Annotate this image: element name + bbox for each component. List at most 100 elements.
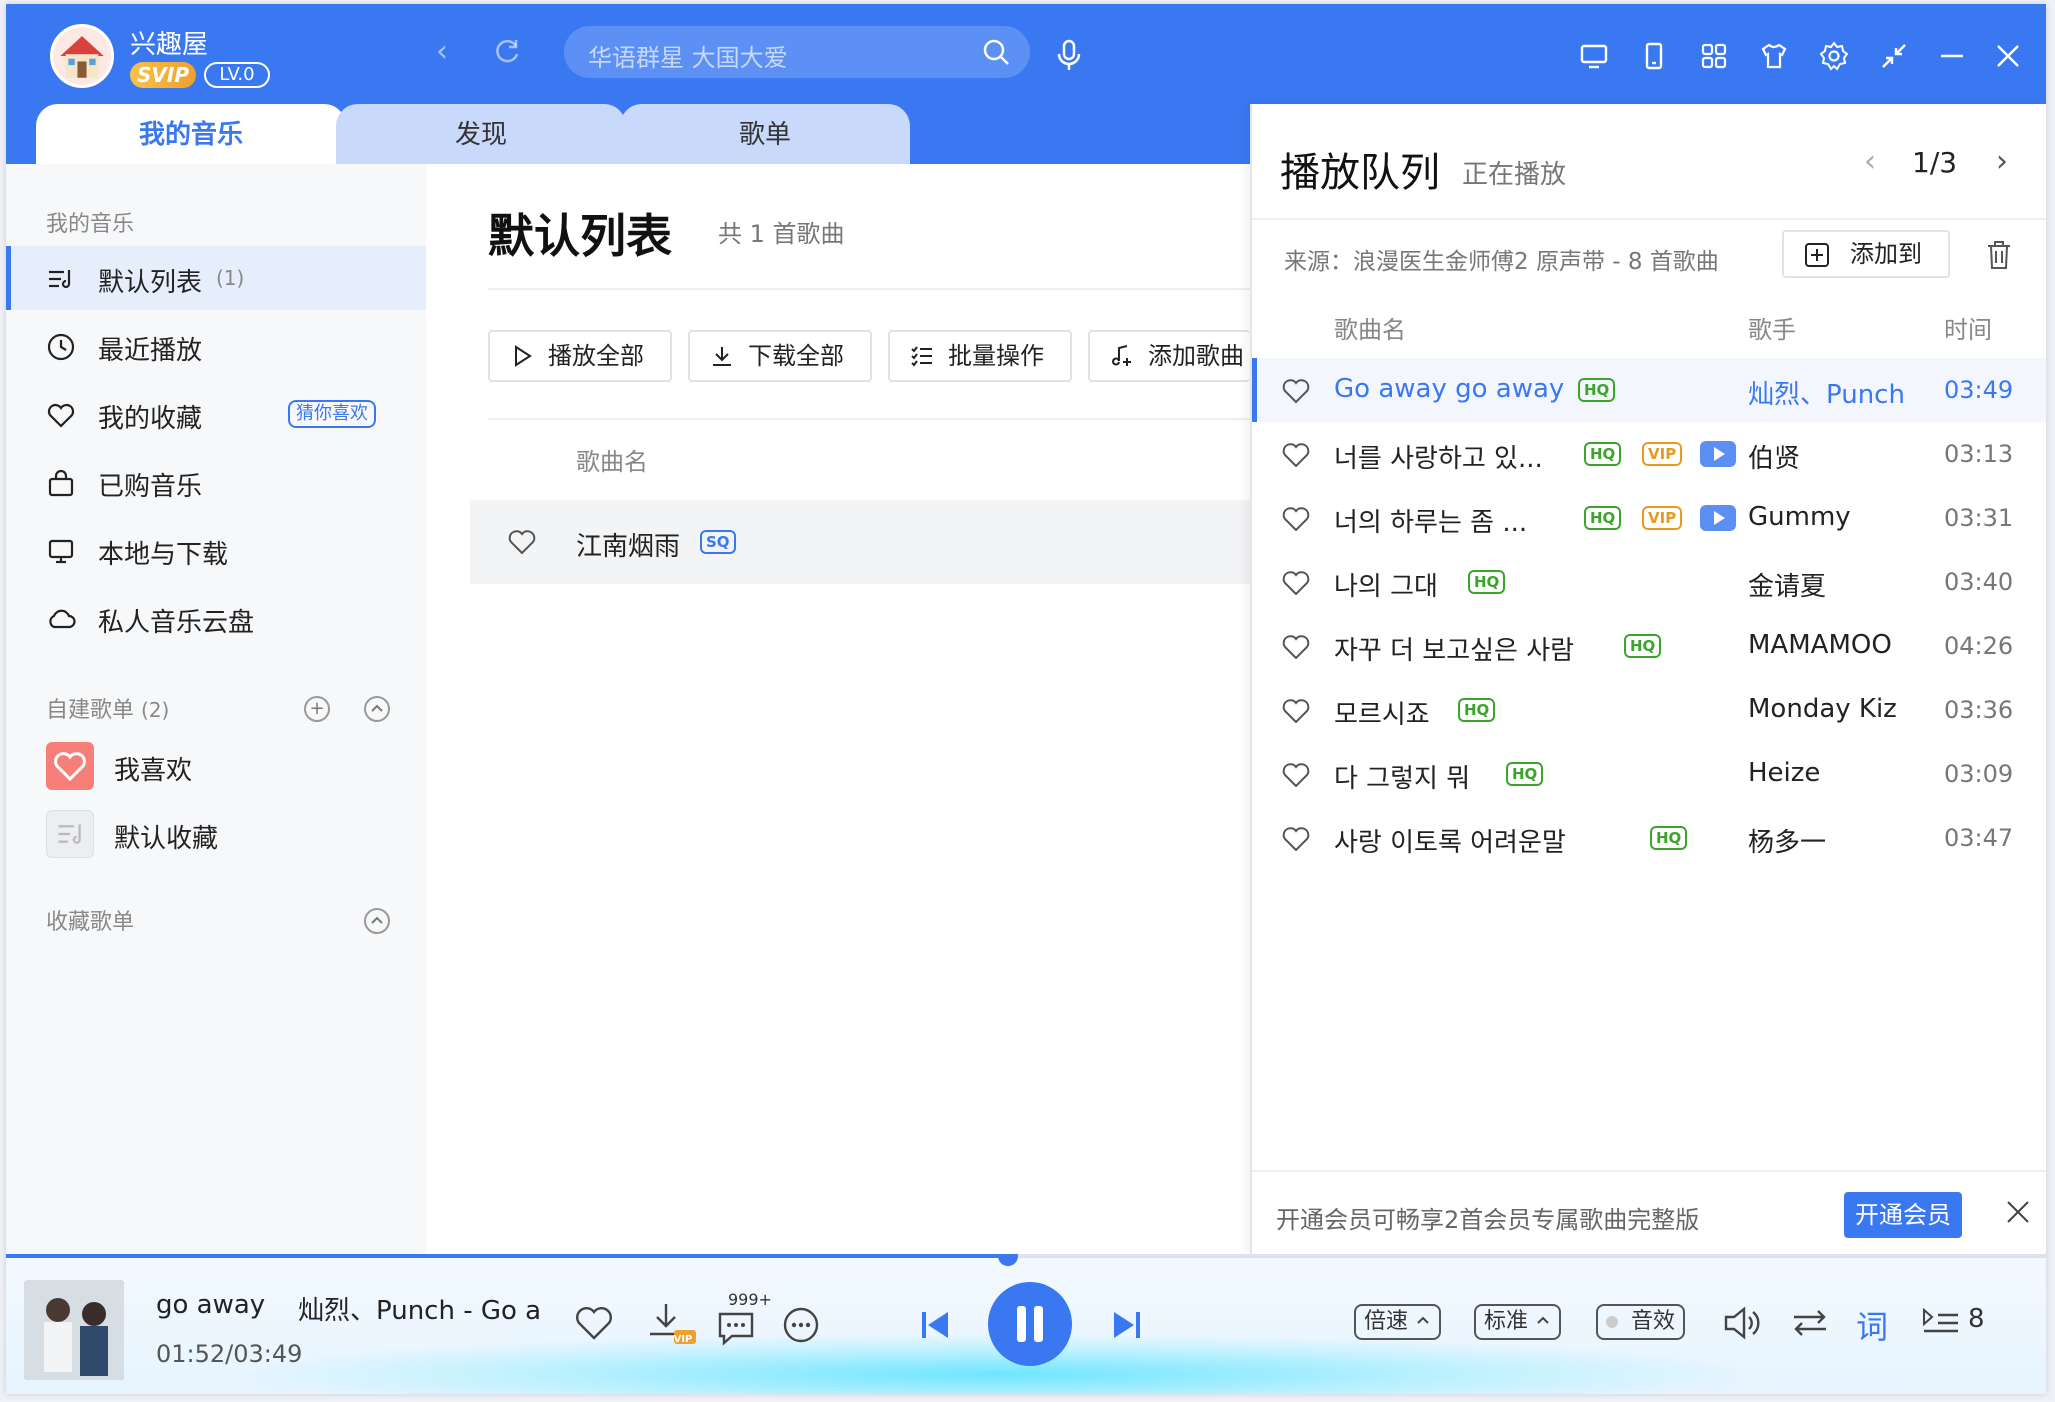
sidebar-item-purchased[interactable]: 已购音乐 (6, 450, 426, 514)
download-all-button[interactable]: 下载全部 (688, 330, 872, 382)
queue-song-artist[interactable]: Heize (1748, 758, 1820, 788)
back-button[interactable]: ‹ (436, 34, 448, 69)
queue-song-title[interactable]: 모르시죠 (1334, 694, 1430, 731)
settings-gear-icon[interactable] (1818, 40, 1850, 72)
close-icon[interactable] (2004, 1198, 2032, 1226)
heart-icon[interactable] (1282, 570, 1310, 596)
queue-prev-page-button[interactable]: ‹ (1864, 144, 1876, 179)
heart-icon[interactable] (1282, 634, 1310, 660)
now-playing-artist[interactable]: 灿烈、Punch - Go a (298, 1290, 541, 1327)
mv-play-icon[interactable] (1700, 505, 1736, 531)
open-vip-button[interactable]: 开通会员 (1844, 1192, 1962, 1238)
collapse-collected-button[interactable] (364, 908, 390, 934)
queue-next-page-button[interactable]: › (1996, 144, 2008, 179)
like-heart-icon[interactable] (574, 1304, 614, 1342)
queue-list-icon[interactable] (1920, 1306, 1960, 1340)
queue-song-title[interactable]: 나의 그대 (1334, 566, 1438, 603)
level-badge[interactable]: LV.0 (204, 62, 270, 88)
username[interactable]: 兴趣屋 (130, 24, 208, 61)
batch-operations-button[interactable]: 批量操作 (888, 330, 1072, 382)
playlist-label-favorites[interactable]: 我喜欢 (114, 750, 192, 787)
search-placeholder[interactable]: 华语群星 大国大爱 (588, 38, 788, 73)
queue-row[interactable]: 너의 하루는 좀 ... HQ VIP Gummy 03:31 (1252, 486, 2046, 550)
heart-icon[interactable] (1282, 506, 1310, 532)
sidebar-item-default-list[interactable]: 默认列表 (1) (6, 246, 426, 310)
tab-discover[interactable]: 发现 (336, 104, 626, 164)
queue-song-artist[interactable]: Gummy (1748, 502, 1851, 532)
heart-icon[interactable] (1282, 378, 1310, 404)
comment-icon[interactable] (716, 1310, 756, 1346)
desktop-lyrics-icon[interactable] (1578, 40, 1610, 72)
queue-song-artist[interactable]: Monday Kiz (1748, 694, 1897, 724)
heart-icon[interactable] (1282, 442, 1310, 468)
table-row[interactable]: 江南烟雨 SQ (470, 500, 1260, 584)
mini-mode-icon[interactable] (1878, 40, 1910, 72)
queue-song-title[interactable]: 너를 사랑하고 있... (1334, 438, 1543, 475)
progress-bar[interactable] (6, 1254, 2046, 1266)
next-track-icon[interactable] (1110, 1308, 1144, 1342)
search-box[interactable]: 华语群星 大国大爱 (564, 26, 1030, 78)
queue-song-artist[interactable]: 杨多一 (1748, 822, 1826, 859)
lyrics-button[interactable]: 词 (1856, 1302, 1888, 1348)
add-song-button[interactable]: 添加歌曲 (1088, 330, 1250, 382)
tab-my-music[interactable]: 我的音乐 (36, 104, 346, 164)
refresh-icon[interactable] (492, 36, 522, 66)
avatar[interactable] (50, 24, 114, 88)
playlist-label-default[interactable]: 默认收藏 (114, 818, 218, 855)
heart-icon[interactable] (1282, 826, 1310, 852)
queue-row[interactable]: 나의 그대 HQ 金请夏 03:40 (1252, 550, 2046, 614)
mobile-icon[interactable] (1638, 40, 1670, 72)
heart-icon[interactable] (1282, 762, 1310, 788)
queue-song-artist[interactable]: 伯贤 (1748, 438, 1800, 475)
collapse-custom-button[interactable] (364, 696, 390, 722)
sound-effect-button[interactable]: 音效 (1596, 1304, 1686, 1340)
now-playing-title[interactable]: go away (156, 1290, 265, 1320)
svip-badge[interactable]: SVIP (130, 62, 196, 88)
volume-icon[interactable] (1722, 1304, 1762, 1342)
repeat-mode-icon[interactable] (1790, 1306, 1830, 1340)
sidebar-item-favorites[interactable]: 我的收藏 猜你喜欢 (6, 382, 426, 446)
guess-you-like-tag[interactable]: 猜你喜欢 (288, 400, 376, 428)
queue-row-playing[interactable]: Go away go away HQ 灿烈、Punch 03:49 (1252, 358, 2046, 422)
queue-add-to-button[interactable]: 添加到 (1782, 230, 1950, 278)
queue-row[interactable]: 너를 사랑하고 있... HQ VIP 伯贤 03:13 (1252, 422, 2046, 486)
playlist-cover-default[interactable] (46, 810, 94, 858)
queue-row[interactable]: 다 그렇지 뭐 HQ Heize 03:09 (1252, 742, 2046, 806)
queue-song-title[interactable]: 사랑 이토록 어려운말 (1334, 822, 1566, 859)
heart-icon[interactable] (1282, 698, 1310, 724)
tab-playlists[interactable]: 歌单 (620, 104, 910, 164)
skin-shirt-icon[interactable] (1758, 40, 1790, 72)
queue-song-artist[interactable]: 金请夏 (1748, 566, 1826, 603)
playback-speed-button[interactable]: 倍速 (1354, 1304, 1442, 1340)
queue-song-title[interactable]: 다 그렇지 뭐 (1334, 758, 1470, 795)
queue-row[interactable]: 모르시죠 HQ Monday Kiz 03:36 (1252, 678, 2046, 742)
album-cover[interactable] (24, 1280, 124, 1380)
queue-song-artist[interactable]: MAMAMOO (1748, 630, 1892, 660)
queue-song-title[interactable]: 자꾸 더 보고싶은 사람 (1334, 630, 1574, 667)
sidebar-item-local-download[interactable]: 本地与下载 (6, 518, 426, 582)
progress-handle[interactable] (997, 1254, 1018, 1266)
queue-row[interactable]: 자꾸 더 보고싶은 사람 HQ MAMAMOO 04:26 (1252, 614, 2046, 678)
trash-icon[interactable] (1986, 240, 2012, 270)
close-icon[interactable] (1992, 40, 2024, 72)
queue-song-title[interactable]: 너의 하루는 좀 ... (1334, 502, 1527, 539)
queue-song-title[interactable]: Go away go away (1334, 374, 1564, 404)
mv-play-icon[interactable] (1700, 441, 1736, 467)
search-icon[interactable] (982, 38, 1010, 66)
previous-track-icon[interactable] (918, 1308, 952, 1342)
queue-song-artist[interactable]: 灿烈、Punch (1748, 374, 1905, 411)
song-title[interactable]: 江南烟雨 (576, 526, 680, 563)
playlist-cover-favorites[interactable] (46, 742, 94, 790)
sound-quality-button[interactable]: 标准 (1474, 1304, 1562, 1340)
heart-icon[interactable] (508, 529, 536, 555)
add-playlist-button[interactable]: + (304, 696, 330, 722)
minimize-icon[interactable] (1936, 40, 1968, 72)
pause-button[interactable] (988, 1282, 1072, 1366)
sidebar-item-recent[interactable]: 最近播放 (6, 314, 426, 378)
voice-search-icon[interactable] (1054, 38, 1084, 72)
play-all-button[interactable]: 播放全部 (488, 330, 672, 382)
sidebar-item-cloud[interactable]: 私人音乐云盘 (6, 586, 426, 650)
apps-grid-icon[interactable] (1698, 40, 1730, 72)
queue-row[interactable]: 사랑 이토록 어려운말 HQ 杨多一 03:47 (1252, 806, 2046, 870)
more-options-icon[interactable] (782, 1306, 820, 1344)
